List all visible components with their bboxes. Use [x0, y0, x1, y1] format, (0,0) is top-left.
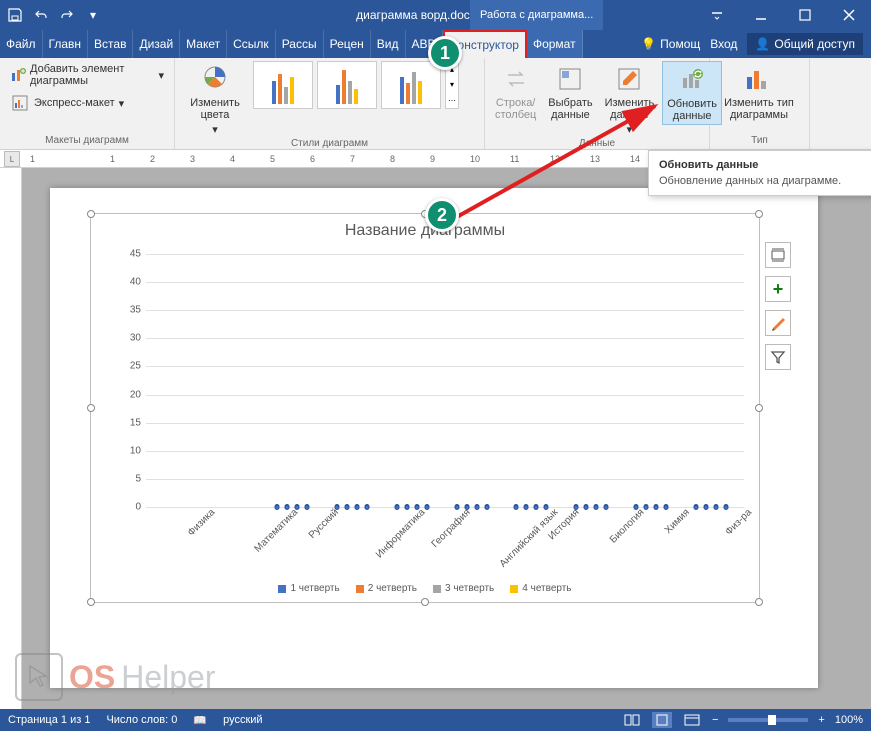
chart-elements-button[interactable]: + [765, 276, 791, 302]
style-thumb[interactable] [381, 61, 441, 109]
save-icon[interactable] [6, 6, 24, 24]
maximize-icon[interactable] [783, 0, 827, 30]
minimize-icon[interactable] [739, 0, 783, 30]
chart-styles-button[interactable] [765, 310, 791, 336]
arrow-annotation [445, 100, 675, 230]
callout-2: 2 [425, 198, 459, 232]
chart-filters-button[interactable] [765, 344, 791, 370]
tab-insert[interactable]: Встав [88, 30, 133, 58]
close-icon[interactable] [827, 0, 871, 30]
ribbon: Добавить элемент диаграммы▾ Экспресс-мак… [0, 58, 871, 150]
chart-plot-area[interactable] [146, 254, 744, 507]
context-tab-title: Работа с диаграмма... [470, 0, 603, 30]
proofing-icon[interactable]: 📖 [193, 714, 207, 727]
tab-references[interactable]: Ссылк [227, 30, 276, 58]
tooltip-title: Обновить данные [659, 159, 867, 171]
view-read-icon[interactable] [622, 712, 642, 728]
cursor-icon [15, 653, 63, 701]
style-thumb[interactable] [253, 61, 313, 109]
sign-in-link[interactable]: Вход [710, 37, 737, 51]
page: Название диаграммы 051015202530354045 Фи… [50, 188, 818, 688]
chart-x-axis: ФизикаМатематикаРусскийИнформатикаГеогра… [146, 507, 744, 567]
layout-options-button[interactable] [765, 242, 791, 268]
chart-y-axis: 051015202530354045 [121, 254, 143, 507]
change-chart-type-button[interactable]: Изменить тип диаграммы [716, 61, 802, 123]
zoom-in-button[interactable]: + [818, 714, 824, 726]
status-word-count[interactable]: Число слов: 0 [106, 714, 177, 726]
tooltip-body: Обновление данных на диаграмме. [659, 175, 867, 187]
group-label-type: Тип [716, 135, 803, 148]
group-label-layouts: Макеты диаграмм [6, 135, 168, 148]
switch-icon [500, 63, 532, 95]
quick-layout-button[interactable]: Экспресс-макет▾ [6, 91, 128, 115]
redo-icon[interactable] [58, 6, 76, 24]
ribbon-collapse-icon[interactable] [695, 0, 739, 30]
status-language[interactable]: русский [223, 714, 262, 726]
tooltip-refresh-data: Обновить данные Обновление данных на диа… [648, 150, 871, 196]
qat-dropdown-icon[interactable]: ▾ [84, 6, 102, 24]
watermark-logo: OS Helper [15, 653, 216, 701]
status-page[interactable]: Страница 1 из 1 [8, 714, 90, 726]
ruler-vertical[interactable] [0, 168, 22, 709]
tell-me[interactable]: 💡Помощ [641, 37, 700, 51]
tab-view[interactable]: Вид [371, 30, 406, 58]
undo-icon[interactable] [32, 6, 50, 24]
refresh-icon [676, 64, 708, 96]
callout-1: 1 [428, 36, 462, 70]
document-area[interactable]: Название диаграммы 051015202530354045 Фи… [22, 168, 871, 709]
tab-file[interactable]: Файл [0, 30, 43, 58]
tab-home[interactable]: Главн [43, 30, 89, 58]
window-buttons [695, 0, 871, 30]
tab-layout[interactable]: Макет [180, 30, 227, 58]
zoom-slider[interactable] [728, 718, 808, 722]
quick-layout-icon [10, 93, 30, 113]
zoom-out-button[interactable]: − [712, 714, 718, 726]
chart-legend[interactable]: 1 четверть2 четверть3 четверть4 четверть [91, 583, 759, 594]
tab-design[interactable]: Дизай [133, 30, 180, 58]
select-data-icon [554, 63, 586, 95]
title-bar: ▾ диаграмма ворд.docx - Word Работа с ди… [0, 0, 871, 30]
chart-object[interactable]: Название диаграммы 051015202530354045 Фи… [90, 213, 760, 603]
view-print-icon[interactable] [652, 712, 672, 728]
add-element-icon [10, 65, 26, 85]
status-bar: Страница 1 из 1 Число слов: 0 📖 русский … [0, 709, 871, 731]
chart-styles-gallery[interactable]: ▴▾⋯ [253, 61, 459, 109]
change-type-icon [743, 63, 775, 95]
tab-review[interactable]: Рецен [324, 30, 371, 58]
tab-chart-format[interactable]: Формат [527, 30, 583, 58]
zoom-level[interactable]: 100% [835, 714, 863, 726]
edit-data-icon [613, 63, 645, 95]
quick-access-toolbar: ▾ [0, 6, 102, 24]
chart-side-buttons: + [765, 242, 791, 370]
person-icon: 👤 [755, 37, 770, 51]
ruler-corner[interactable]: L [4, 151, 20, 167]
bulb-icon: 💡 [641, 37, 656, 51]
change-colors-icon [199, 63, 231, 95]
change-colors-button[interactable]: Изменить цвета▾ [181, 61, 249, 138]
view-web-icon[interactable] [682, 712, 702, 728]
tab-mailings[interactable]: Рассы [276, 30, 324, 58]
style-thumb[interactable] [317, 61, 377, 109]
share-button[interactable]: 👤Общий доступ [747, 33, 863, 55]
add-chart-element-button[interactable]: Добавить элемент диаграммы▾ [6, 61, 168, 89]
